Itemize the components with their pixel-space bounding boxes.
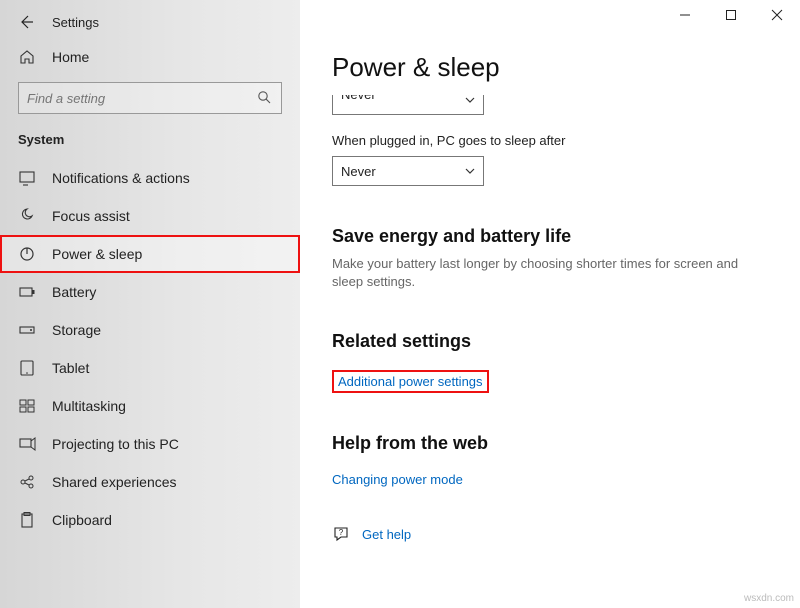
section-label: System <box>0 124 300 159</box>
maximize-button[interactable] <box>708 0 754 30</box>
search-input[interactable] <box>27 91 257 106</box>
shared-icon <box>18 473 36 491</box>
sidebar-item-label: Power & sleep <box>52 246 142 262</box>
search-box[interactable] <box>18 82 282 114</box>
window-title: Settings <box>52 15 99 30</box>
search-wrap <box>0 74 300 124</box>
sidebar-item-focus-assist[interactable]: Focus assist <box>0 197 300 235</box>
sidebar-item-notifications[interactable]: Notifications & actions <box>0 159 300 197</box>
svg-text:?: ? <box>339 528 344 537</box>
dropdown-value: Never <box>341 95 376 102</box>
sidebar-item-label: Shared experiences <box>52 474 177 490</box>
sidebar-item-shared[interactable]: Shared experiences <box>0 463 300 501</box>
additional-power-settings-link[interactable]: Additional power settings <box>332 370 489 393</box>
focus-icon <box>18 207 36 225</box>
sidebar-item-battery[interactable]: Battery <box>0 273 300 311</box>
clipboard-icon <box>18 511 36 529</box>
sidebar-item-label: Clipboard <box>52 512 112 528</box>
nav-list: Notifications & actions Focus assist Pow… <box>0 159 300 608</box>
energy-desc: Make your battery last longer by choosin… <box>332 255 752 291</box>
sidebar-item-label: Notifications & actions <box>52 170 190 186</box>
get-help-link[interactable]: Get help <box>362 527 411 542</box>
watermark: wsxdn.com <box>744 593 794 604</box>
settings-window: Settings Home System Notifications & <box>0 0 800 608</box>
sidebar-item-power-sleep[interactable]: Power & sleep <box>0 235 300 273</box>
help-icon: ? <box>332 525 350 543</box>
get-help-row[interactable]: ? Get help <box>332 525 768 543</box>
energy-heading: Save energy and battery life <box>332 226 768 247</box>
battery-icon <box>18 283 36 301</box>
sidebar-item-label: Storage <box>52 322 101 338</box>
sidebar-item-multitasking[interactable]: Multitasking <box>0 387 300 425</box>
chevron-down-icon <box>465 166 475 176</box>
plugged-dropdown[interactable]: Never <box>332 156 484 186</box>
power-icon <box>18 245 36 263</box>
sidebar-item-label: Projecting to this PC <box>52 436 179 452</box>
sidebar-item-label: Focus assist <box>52 208 130 224</box>
titlebar <box>662 0 800 30</box>
content: Power & sleep Never When plugged in, PC … <box>300 0 800 563</box>
notifications-icon <box>18 169 36 187</box>
help-heading: Help from the web <box>332 433 768 454</box>
chevron-down-icon <box>465 95 475 105</box>
sidebar-item-tablet[interactable]: Tablet <box>0 349 300 387</box>
sidebar-item-label: Tablet <box>52 360 89 376</box>
home-button[interactable]: Home <box>0 40 300 74</box>
related-heading: Related settings <box>332 331 768 352</box>
close-button[interactable] <box>754 0 800 30</box>
changing-power-mode-link[interactable]: Changing power mode <box>332 472 463 487</box>
sidebar-item-storage[interactable]: Storage <box>0 311 300 349</box>
dropdown-value: Never <box>341 164 376 179</box>
home-label: Home <box>52 49 89 65</box>
tablet-icon <box>18 359 36 377</box>
sidebar-item-label: Battery <box>52 284 96 300</box>
sidebar-item-label: Multitasking <box>52 398 126 414</box>
storage-icon <box>18 321 36 339</box>
sidebar-item-clipboard[interactable]: Clipboard <box>0 501 300 539</box>
main-panel: Power & sleep Never When plugged in, PC … <box>300 0 800 608</box>
projecting-icon <box>18 435 36 453</box>
home-icon <box>18 48 36 66</box>
sleep-dropdown-truncated[interactable]: Never <box>332 95 484 115</box>
back-icon[interactable] <box>18 14 34 30</box>
plugged-label: When plugged in, PC goes to sleep after <box>332 133 768 148</box>
sidebar-item-projecting[interactable]: Projecting to this PC <box>0 425 300 463</box>
minimize-button[interactable] <box>662 0 708 30</box>
sidebar: Settings Home System Notifications & <box>0 0 300 608</box>
sidebar-header: Settings <box>0 0 300 40</box>
multitasking-icon <box>18 397 36 415</box>
page-title: Power & sleep <box>332 52 768 83</box>
search-icon <box>257 90 273 106</box>
